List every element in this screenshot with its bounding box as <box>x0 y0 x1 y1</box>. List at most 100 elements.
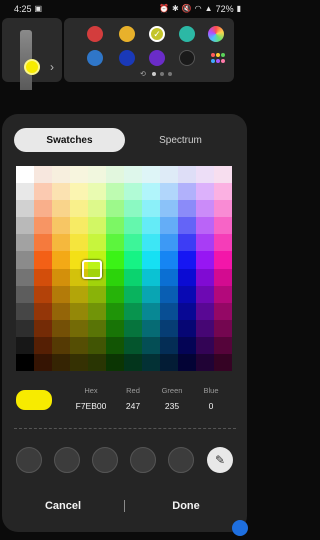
color-swatch-cell[interactable] <box>88 302 106 320</box>
color-swatch-cell[interactable] <box>214 217 232 235</box>
color-swatch-cell[interactable] <box>178 217 196 235</box>
color-swatch-cell[interactable] <box>106 251 124 269</box>
color-swatch-cell[interactable] <box>106 200 124 218</box>
color-swatch-cell[interactable] <box>16 302 34 320</box>
color-swatch-cell[interactable] <box>142 353 160 371</box>
color-swatch-cell[interactable] <box>52 166 70 184</box>
color-swatch-cell[interactable] <box>142 336 160 354</box>
color-swatch-cell[interactable] <box>16 319 34 337</box>
color-swatch-cell[interactable] <box>178 166 196 184</box>
color-swatch-cell[interactable] <box>178 268 196 286</box>
floating-action-icon[interactable] <box>232 520 248 536</box>
color-swatch-cell[interactable] <box>196 200 214 218</box>
color-swatch-cell[interactable] <box>70 336 88 354</box>
color-swatch-cell[interactable] <box>214 200 232 218</box>
color-swatch-cell[interactable] <box>52 217 70 235</box>
color-swatch-cell[interactable] <box>70 183 88 201</box>
color-swatch-cell[interactable] <box>178 234 196 252</box>
color-swatch-cell[interactable] <box>124 234 142 252</box>
color-swatch-cell[interactable] <box>124 268 142 286</box>
color-swatch-cell[interactable] <box>124 302 142 320</box>
color-swatch-cell[interactable] <box>88 336 106 354</box>
palette-swatch-yellow-selected[interactable]: ✓ <box>149 26 165 42</box>
chevron-right-icon[interactable]: › <box>50 60 54 74</box>
color-swatch-cell[interactable] <box>178 200 196 218</box>
color-swatch-cell[interactable] <box>142 251 160 269</box>
blue-value[interactable]: 0 <box>196 401 226 411</box>
color-swatch-cell[interactable] <box>196 319 214 337</box>
palette-swatch-orange[interactable] <box>119 26 135 42</box>
color-swatch-cell[interactable] <box>124 251 142 269</box>
color-swatch-cell[interactable] <box>106 217 124 235</box>
color-swatch-cell[interactable] <box>34 234 52 252</box>
recent-color-slot[interactable] <box>16 447 42 473</box>
color-swatch-cell[interactable] <box>34 268 52 286</box>
color-swatch-cell[interactable] <box>178 336 196 354</box>
color-swatch-cell[interactable] <box>160 200 178 218</box>
pen-settings-panel[interactable]: › <box>2 18 62 90</box>
color-swatch-cell[interactable] <box>106 319 124 337</box>
color-swatch-cell[interactable] <box>34 200 52 218</box>
hex-value[interactable]: F7EB00 <box>66 401 116 411</box>
color-swatch-cell[interactable] <box>178 183 196 201</box>
color-swatch-cell[interactable] <box>124 200 142 218</box>
color-swatch-cell[interactable] <box>88 183 106 201</box>
color-swatch-cell[interactable] <box>52 302 70 320</box>
recent-color-slot[interactable] <box>130 447 156 473</box>
eyedropper-icon[interactable]: ✎ <box>207 447 233 473</box>
color-swatch-cell[interactable] <box>214 285 232 303</box>
color-swatch-cell[interactable] <box>34 166 52 184</box>
tab-spectrum[interactable]: Spectrum <box>125 128 236 152</box>
color-swatch-cell[interactable] <box>70 319 88 337</box>
palette-swatch-red[interactable] <box>87 26 103 42</box>
recent-color-slot[interactable] <box>168 447 194 473</box>
color-swatch-cell[interactable] <box>16 166 34 184</box>
color-swatch-cell[interactable] <box>16 336 34 354</box>
color-swatch-cell[interactable] <box>88 353 106 371</box>
color-swatch-cell[interactable] <box>88 217 106 235</box>
color-swatch-cell[interactable] <box>160 285 178 303</box>
color-swatch-cell[interactable] <box>88 166 106 184</box>
color-swatch-cell[interactable] <box>106 183 124 201</box>
red-value[interactable]: 247 <box>118 401 148 411</box>
color-swatch-cell[interactable] <box>196 234 214 252</box>
color-swatch-cell[interactable] <box>106 285 124 303</box>
color-swatch-cell[interactable] <box>70 234 88 252</box>
color-swatch-cell[interactable] <box>142 217 160 235</box>
color-swatch-cell[interactable] <box>52 268 70 286</box>
color-swatch-cell[interactable] <box>16 285 34 303</box>
color-swatch-cell[interactable] <box>34 251 52 269</box>
color-swatch-cell[interactable] <box>34 319 52 337</box>
color-swatch-cell[interactable] <box>178 285 196 303</box>
color-swatch-cell[interactable] <box>178 251 196 269</box>
color-swatch-cell[interactable] <box>52 336 70 354</box>
color-swatch-cell[interactable] <box>214 183 232 201</box>
color-swatch-cell[interactable] <box>214 336 232 354</box>
color-swatch-cell[interactable] <box>124 217 142 235</box>
palette-swatch-dark-blue[interactable] <box>119 50 135 66</box>
color-swatch-cell[interactable] <box>160 234 178 252</box>
color-swatch-cell[interactable] <box>160 268 178 286</box>
green-value[interactable]: 235 <box>154 401 190 411</box>
color-swatch-cell[interactable] <box>142 302 160 320</box>
color-swatch-cell[interactable] <box>34 302 52 320</box>
color-swatch-cell[interactable] <box>88 234 106 252</box>
color-swatch-cell[interactable] <box>142 319 160 337</box>
done-button[interactable]: Done <box>125 500 247 512</box>
color-swatch-cell[interactable] <box>16 234 34 252</box>
color-swatch-cell[interactable] <box>70 285 88 303</box>
color-swatch-cell[interactable] <box>196 302 214 320</box>
color-swatch-cell[interactable] <box>160 251 178 269</box>
color-swatch-cell[interactable] <box>142 268 160 286</box>
color-swatch-cell[interactable] <box>142 183 160 201</box>
color-swatch-cell[interactable] <box>124 319 142 337</box>
color-swatch-cell[interactable] <box>196 268 214 286</box>
color-swatch-cell[interactable] <box>214 251 232 269</box>
color-swatch-cell[interactable] <box>16 353 34 371</box>
recent-color-slot[interactable] <box>92 447 118 473</box>
color-swatch-cell[interactable] <box>70 217 88 235</box>
color-swatch-cell[interactable] <box>34 183 52 201</box>
palette-swatch-purple[interactable] <box>149 50 165 66</box>
color-swatch-cell[interactable] <box>214 319 232 337</box>
color-swatch-cell[interactable] <box>196 336 214 354</box>
